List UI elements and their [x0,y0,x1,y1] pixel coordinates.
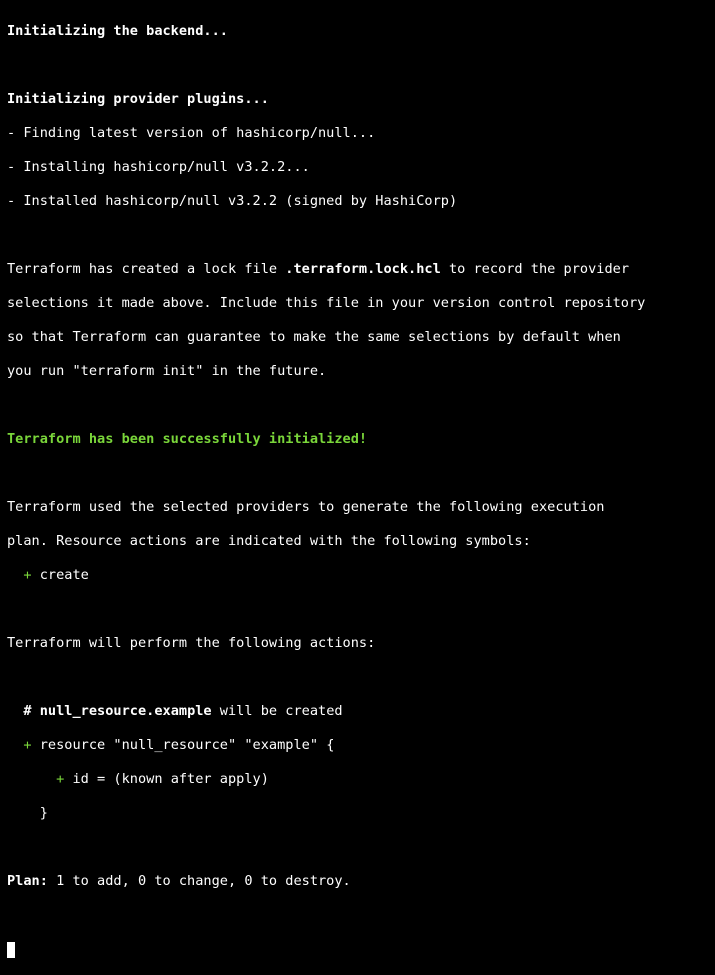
line-installing: - Installing hashicorp/null v3.2.2... [7,159,310,175]
line-resource-attr: + id = (known after apply) [7,771,715,788]
line-resource-comment: # null_resource.example will be created [7,703,715,720]
plan-summary: 1 to add, 0 to change, 0 to destroy. [47,873,351,889]
plan-label: Plan: [7,873,48,889]
line-lock-3: so that Terraform can guarantee to make … [7,329,621,345]
line-plan-intro-2: plan. Resource actions are indicated wit… [7,533,531,549]
lock-text-pre: Terraform has created a lock file [7,261,286,277]
resource-name: null_resource.example [39,703,212,719]
line-init-backend: Initializing the backend... [7,23,228,39]
line-lock-1: Terraform has created a lock file .terra… [7,261,715,278]
line-finding: - Finding latest version of hashicorp/nu… [7,125,376,141]
line-resource-decl: + resource "null_resource" "example" { [7,737,715,754]
line-installed: - Installed hashicorp/null v3.2.2 (signe… [7,193,458,209]
hash-symbol: # [23,703,32,719]
line-prompt[interactable] [7,941,715,958]
line-init-plugins: Initializing provider plugins... [7,91,269,107]
line-plan-intro-1: Terraform used the selected providers to… [7,499,605,515]
lock-text-post: to record the provider [440,261,630,277]
plus-symbol-icon: + [56,771,65,787]
resource-will-be-created: will be created [211,703,343,719]
line-lock-2: selections it made above. Include this f… [7,295,646,311]
line-lock-4: you run "terraform init" in the future. [7,363,327,379]
line-plan-summary: Plan: 1 to add, 0 to change, 0 to destro… [7,873,715,890]
line-perform: Terraform will perform the following act… [7,635,376,651]
line-close-brace: } [7,805,48,821]
resource-declaration: resource "null_resource" "example" { [31,737,335,753]
cursor-block[interactable] [7,942,15,958]
plus-symbol-icon: + [23,567,32,583]
resource-attribute: id = (known after apply) [64,771,269,787]
lock-file-name: .terraform.lock.hcl [285,261,441,277]
terminal-window[interactable]: Initializing the backend... Initializing… [0,0,715,958]
symbol-label: create [31,567,89,583]
line-symbol-create: + create [7,567,715,584]
success-message: Terraform has been successfully initiali… [7,431,368,447]
plus-symbol-icon: + [23,737,32,753]
